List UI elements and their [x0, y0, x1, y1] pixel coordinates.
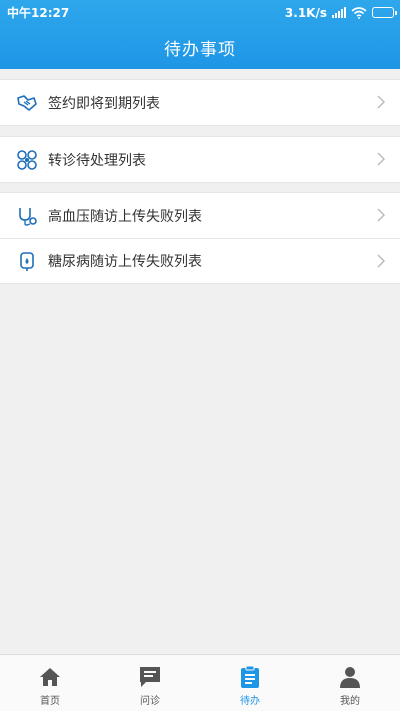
clipboard-icon [241, 665, 259, 688]
list-item-hypertension-failed[interactable]: 高血压随访上传失败列表 [0, 193, 400, 238]
page-title-bar: 待办事项 [0, 25, 400, 69]
blood-pressure-icon [16, 205, 38, 227]
tab-label: 我的 [340, 696, 360, 707]
list-item-transfer-pending[interactable]: 转诊待处理列表 [0, 137, 400, 182]
list-item-label: 签约即将到期列表 [48, 95, 160, 112]
user-icon [340, 667, 360, 688]
status-indicators: 3.1K/s [284, 5, 397, 20]
app-header: 中午12:27 3.1K/s 待办事项 [0, 0, 400, 69]
tab-label: 首页 [40, 696, 60, 707]
chevron-right-icon [377, 208, 386, 222]
home-icon [40, 668, 60, 686]
list-group-followup: 高血压随访上传失败列表 糖尿病随访上传失败列表 [0, 192, 400, 284]
handshake-icon [16, 92, 38, 114]
list-group-contract: 签约即将到期列表 [0, 79, 400, 126]
status-bar: 中午12:27 3.1K/s [0, 0, 400, 25]
chevron-right-icon [377, 95, 386, 109]
chevron-right-icon [377, 254, 386, 268]
tab-label: 问诊 [140, 696, 160, 707]
tab-todo[interactable]: 待办 [200, 655, 300, 711]
chevron-right-icon [377, 152, 386, 166]
list-item-label: 糖尿病随访上传失败列表 [48, 254, 202, 270]
tab-profile[interactable]: 我的 [300, 655, 400, 711]
tab-home[interactable]: 首页 [0, 655, 100, 711]
network-speed: 3.1K/s [284, 5, 327, 20]
signal-icon [332, 7, 346, 18]
tab-consult[interactable]: 问诊 [100, 655, 200, 711]
list-item-label: 转诊待处理列表 [48, 152, 146, 169]
transfer-knot-icon [16, 149, 38, 171]
iv-drip-icon [16, 250, 38, 272]
list-group-transfer: 转诊待处理列表 [0, 136, 400, 183]
battery-icon [372, 7, 397, 18]
list-item-label: 高血压随访上传失败列表 [48, 208, 202, 225]
tab-label: 待办 [240, 696, 260, 707]
list-item-contract-expiring[interactable]: 签约即将到期列表 [0, 80, 400, 125]
wifi-icon [351, 6, 367, 19]
chat-icon [140, 667, 160, 687]
status-time: 中午12:27 [7, 6, 70, 20]
page-title: 待办事项 [164, 39, 236, 60]
bottom-tab-bar: 首页 问诊 待办 我的 [0, 654, 400, 711]
list-item-diabetes-failed[interactable]: 糖尿病随访上传失败列表 [0, 238, 400, 283]
